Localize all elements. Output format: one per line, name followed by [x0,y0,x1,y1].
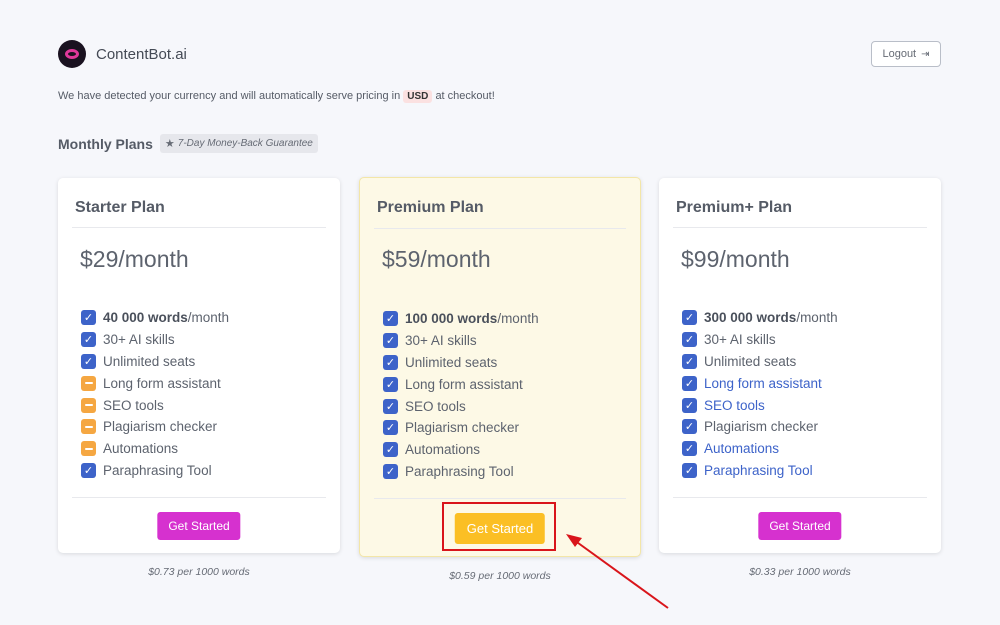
annotation-arrow-icon [566,534,669,609]
